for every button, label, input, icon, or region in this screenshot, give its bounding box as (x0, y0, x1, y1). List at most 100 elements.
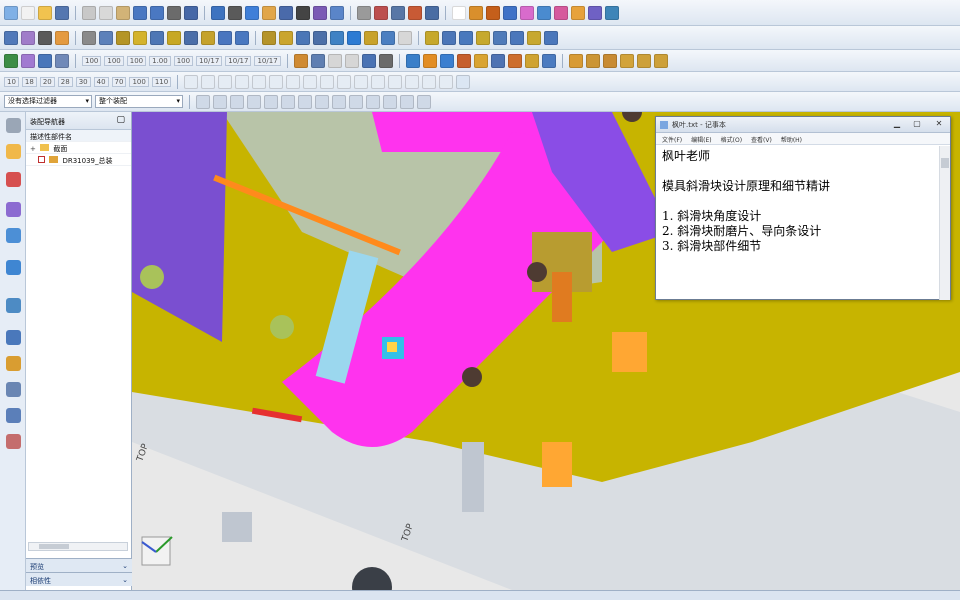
ruler-icon[interactable] (310, 53, 325, 68)
plate-icon[interactable] (235, 30, 249, 45)
circle-icon[interactable] (327, 53, 342, 68)
analysis-icon[interactable] (357, 5, 371, 20)
snap-point-icon[interactable] (213, 94, 227, 109)
line-tool-icon[interactable] (218, 74, 233, 89)
block-icon[interactable] (422, 53, 437, 68)
column-header[interactable]: 描述性部件名 (26, 130, 131, 142)
zoom-value[interactable]: 100 (173, 55, 194, 66)
pencil-icon[interactable] (293, 53, 308, 68)
mold-icon[interactable] (469, 5, 483, 20)
snap-point-icon[interactable] (349, 94, 363, 109)
refresh-icon[interactable] (405, 53, 420, 68)
cut-icon[interactable] (82, 5, 96, 20)
snap-point-icon[interactable] (383, 94, 397, 109)
maximize-icon[interactable]: ▢ (116, 115, 125, 125)
pipe-icon[interactable] (201, 30, 215, 45)
minimize-icon[interactable]: ▁ (888, 119, 906, 130)
line-tool-icon[interactable] (371, 74, 386, 89)
cylinder-icon[interactable] (554, 5, 568, 20)
numbered-tool[interactable]: 40 (93, 76, 109, 87)
sketch-icon[interactable] (38, 53, 52, 68)
close-icon[interactable]: ✕ (930, 119, 948, 130)
file-icon[interactable] (4, 5, 18, 20)
shell-icon[interactable] (541, 53, 556, 68)
snap-point-icon[interactable] (417, 94, 431, 109)
cube-icon[interactable] (245, 5, 259, 20)
trim-icon[interactable] (507, 53, 522, 68)
ejector-icon[interactable] (296, 30, 310, 45)
save-icon[interactable] (55, 5, 69, 20)
zoom-value[interactable]: 100 (126, 55, 147, 66)
assembly-filter-select[interactable]: 整个装配 ▾ (95, 95, 183, 108)
snap-point-icon[interactable] (298, 94, 312, 109)
scrollbar-thumb[interactable] (941, 158, 949, 168)
layer-icon[interactable] (279, 5, 293, 20)
line-tool-icon[interactable] (184, 74, 199, 89)
draft-icon[interactable] (568, 53, 583, 68)
scrollbar[interactable] (28, 542, 128, 551)
mirror-icon[interactable] (588, 5, 602, 20)
role-icon[interactable] (6, 356, 21, 371)
scrollbar-thumb[interactable] (39, 544, 69, 549)
snap-point-icon[interactable] (332, 94, 346, 109)
gate-icon[interactable] (330, 30, 344, 45)
snap-point-icon[interactable] (400, 94, 414, 109)
edit-icon[interactable] (38, 30, 52, 45)
screw-icon[interactable] (279, 30, 293, 45)
line-tool-icon[interactable] (422, 74, 437, 89)
snap-point-icon[interactable] (230, 94, 244, 109)
snap-point-icon[interactable] (281, 94, 295, 109)
line-tool-icon[interactable] (286, 74, 301, 89)
notepad-text-area[interactable]: 枫叶老师 模具斜滑块设计原理和细节精讲 1. 斜滑块角度设计 2. 斜滑块耐磨片… (656, 145, 950, 258)
history-icon[interactable] (6, 298, 21, 313)
line-tool-icon[interactable] (405, 74, 420, 89)
rotate-icon[interactable] (150, 30, 164, 45)
blend-icon[interactable] (571, 5, 585, 20)
color-icon[interactable] (296, 5, 310, 20)
zoom-value[interactable]: 10/17 (196, 55, 223, 66)
line-tool-icon[interactable] (303, 74, 318, 89)
numbered-tool[interactable]: 28 (57, 76, 73, 87)
check-icon[interactable] (4, 53, 18, 68)
zoom-value[interactable]: 100 (104, 55, 124, 66)
select-icon[interactable] (167, 5, 181, 20)
numbered-tool[interactable]: 10 (4, 76, 19, 87)
revolve-icon[interactable] (456, 53, 471, 68)
zoom-value[interactable]: 10/17 (225, 55, 252, 66)
line-tool-icon[interactable] (235, 74, 250, 89)
patch-icon[interactable] (636, 53, 651, 68)
gear-icon[interactable] (537, 5, 551, 20)
settings-icon[interactable] (6, 118, 21, 133)
paste-icon[interactable] (116, 5, 130, 20)
snap-point-icon[interactable] (196, 94, 210, 109)
edge-blend-icon[interactable] (602, 53, 617, 68)
dependency-section[interactable]: 相依性 ⌄ (26, 572, 132, 586)
new-icon[interactable] (398, 30, 412, 45)
new-file-icon[interactable] (21, 5, 35, 20)
menu-file[interactable]: 文件(F) (662, 135, 682, 144)
grid-icon[interactable] (82, 30, 96, 45)
numbered-tool[interactable]: 70 (111, 76, 127, 87)
diameter-icon[interactable] (344, 53, 359, 68)
part-navigator-icon[interactable] (6, 202, 21, 217)
dimension-icon[interactable] (391, 5, 405, 20)
redo-icon[interactable] (150, 5, 164, 20)
view-icon[interactable] (211, 5, 225, 20)
web-browser-icon[interactable] (6, 260, 21, 275)
zoom-value[interactable]: 100 (82, 55, 102, 66)
bolt-icon[interactable] (262, 30, 276, 45)
line-tool-icon[interactable] (201, 74, 216, 89)
boolean-icon[interactable] (490, 53, 505, 68)
expand-icon[interactable]: + (30, 145, 36, 153)
checkbox-icon[interactable] (38, 156, 45, 163)
line-tool-icon[interactable] (388, 74, 403, 89)
surface-icon[interactable] (55, 53, 69, 68)
numbered-tool[interactable]: 18 (21, 76, 37, 87)
cavity-icon[interactable] (527, 30, 541, 45)
block-icon[interactable] (184, 30, 198, 45)
tree-item[interactable]: DR31039_总装 (26, 154, 131, 166)
command-finder-icon[interactable] (184, 5, 198, 20)
sheet-icon[interactable] (452, 5, 466, 20)
notepad-titlebar[interactable]: 枫叶.txt - 记事本 ▁ ▢ ✕ (656, 117, 950, 133)
wrench-icon[interactable] (6, 408, 21, 423)
